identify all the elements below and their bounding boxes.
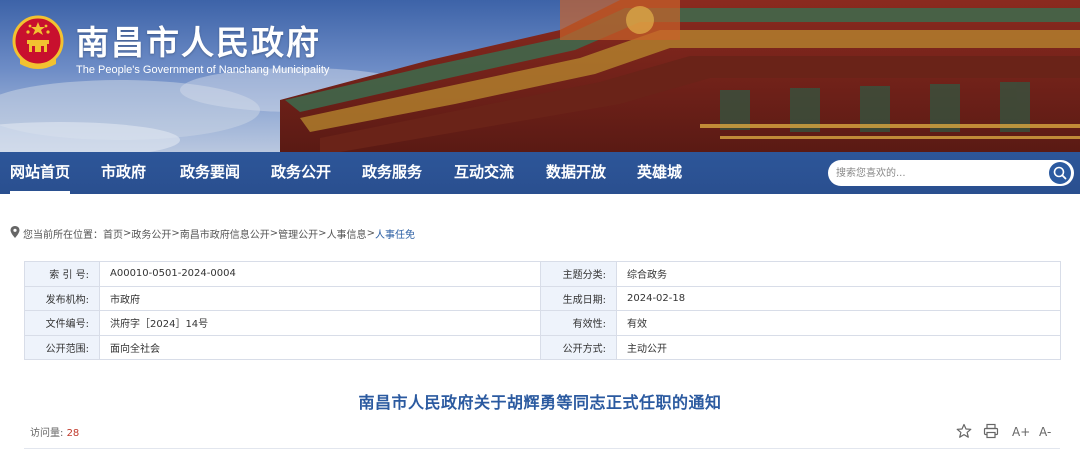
disclosure-method-label: 公开方式: <box>540 334 617 360</box>
divider <box>24 448 1060 449</box>
disclosure-scope-label: 公开范围: <box>24 334 100 360</box>
table-row: 文件编号: 洪府字［2024］14号 有效性: 有效 <box>24 310 1061 336</box>
document-number-value: 洪府字［2024］14号 <box>99 310 541 336</box>
star-icon <box>956 423 972 438</box>
generated-date-value: 2024-02-18 <box>616 285 1061 311</box>
site-title: 南昌市人民政府 <box>76 23 321 62</box>
breadcrumb: 您当前所在位置：首页>政务公开>南昌市政府信息公开>管理公开>人事信息>人事任免 <box>10 226 415 241</box>
validity-value: 有效 <box>616 310 1061 336</box>
breadcrumb-item-home[interactable]: 首页 <box>103 226 123 241</box>
font-decrease-icon: A- <box>1039 425 1051 439</box>
table-row: 公开范围: 面向全社会 公开方式: 主动公开 <box>24 334 1061 360</box>
nav-item-news[interactable]: 政务要闻 <box>180 152 240 194</box>
nav-item-city-government[interactable]: 市政府 <box>101 152 146 194</box>
publisher-label: 发布机构: <box>24 285 100 311</box>
topic-category-label: 主题分类: <box>540 261 617 287</box>
favorite-button[interactable] <box>956 423 972 439</box>
breadcrumb-item-info-disclosure[interactable]: 南昌市政府信息公开 <box>180 226 270 241</box>
breadcrumb-separator: > <box>269 228 279 239</box>
article-title: 南昌市人民政府关于胡辉勇等同志正式任职的通知 <box>358 393 722 412</box>
disclosure-method-value: 主动公开 <box>616 334 1061 360</box>
svg-text:A-: A- <box>1039 425 1051 439</box>
index-number-label: 索 引 号: <box>24 261 100 287</box>
search-button[interactable] <box>1049 162 1071 184</box>
location-pin-icon <box>10 226 23 241</box>
nav-item-disclosure[interactable]: 政务公开 <box>271 152 331 194</box>
table-row: 索 引 号: A00010-0501-2024-0004 主题分类: 综合政务 <box>24 261 1061 287</box>
breadcrumb-separator: > <box>123 228 132 239</box>
breadcrumb-prefix: 您当前所在位置： <box>23 230 103 241</box>
index-number-value: A00010-0501-2024-0004 <box>99 261 541 287</box>
validity-label: 有效性: <box>540 310 617 336</box>
nav-item-interaction[interactable]: 互动交流 <box>454 152 514 194</box>
publisher-value: 市政府 <box>99 285 541 311</box>
breadcrumb-item-personnel[interactable]: 人事信息 <box>327 226 367 241</box>
nav-item-services[interactable]: 政务服务 <box>362 152 422 194</box>
site-subtitle: The People's Government of Nanchang Muni… <box>76 64 330 76</box>
font-decrease-button[interactable]: A- <box>1039 423 1057 439</box>
breadcrumb-separator: > <box>318 228 327 239</box>
header-banner: 南昌市人民政府 The People's Government of Nanch… <box>0 0 1080 152</box>
search-box <box>828 160 1074 186</box>
print-button[interactable] <box>983 423 999 439</box>
breadcrumb-separator: > <box>366 228 375 239</box>
nav-item-hero-city[interactable]: 英雄城 <box>637 152 682 194</box>
font-increase-button[interactable]: A+ <box>1012 423 1030 439</box>
search-input[interactable] <box>836 163 1046 183</box>
nav-item-home[interactable]: 网站首页 <box>10 152 71 194</box>
svg-text:A+: A+ <box>1012 425 1030 439</box>
print-icon <box>983 423 999 439</box>
document-info-table: 索 引 号: A00010-0501-2024-0004 主题分类: 综合政务 … <box>24 261 1061 360</box>
generated-date-label: 生成日期: <box>540 285 617 311</box>
visit-count: 访问量: 28 <box>30 424 79 439</box>
font-increase-icon: A+ <box>1012 425 1030 439</box>
topic-category-value: 综合政务 <box>616 261 1061 287</box>
breadcrumb-separator: > <box>171 228 180 239</box>
breadcrumb-item-appointments[interactable]: 人事任免 <box>375 226 415 241</box>
nav-item-open-data[interactable]: 数据开放 <box>546 152 606 194</box>
breadcrumb-item-management[interactable]: 管理公开 <box>278 226 318 241</box>
disclosure-scope-value: 面向全社会 <box>99 334 541 360</box>
visit-count-label: 访问量: <box>30 428 64 439</box>
search-icon <box>1053 166 1067 180</box>
national-emblem-logo <box>12 15 64 69</box>
visit-count-value: 28 <box>66 428 80 439</box>
table-row: 发布机构: 市政府 生成日期: 2024-02-18 <box>24 285 1061 311</box>
breadcrumb-item-disclosure[interactable]: 政务公开 <box>131 226 171 241</box>
document-number-label: 文件编号: <box>24 310 100 336</box>
